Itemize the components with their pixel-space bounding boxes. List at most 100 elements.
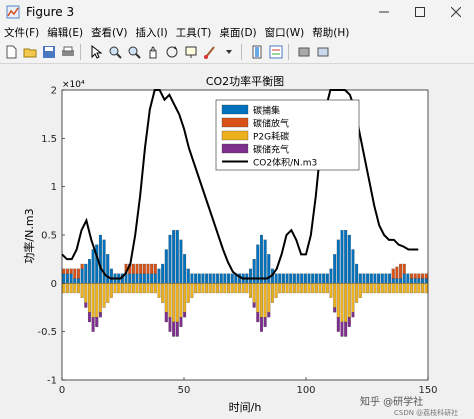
y-tick-label: 1.5 xyxy=(41,134,57,145)
bar-1 xyxy=(413,278,417,284)
menu-tools[interactable]: 工具(T) xyxy=(172,25,216,40)
bar-2 xyxy=(413,273,417,279)
y-tick-label: 1 xyxy=(51,182,57,193)
new-figure-button[interactable] xyxy=(2,44,19,61)
minimize-button[interactable] xyxy=(366,0,402,24)
bar-1 xyxy=(347,234,351,284)
bar-3 xyxy=(87,283,91,313)
bar-1 xyxy=(142,273,146,284)
bar-2 xyxy=(62,268,66,274)
bar-3 xyxy=(340,283,344,323)
bar-3 xyxy=(256,283,260,313)
bar-1 xyxy=(274,273,278,284)
legend-button[interactable] xyxy=(267,44,284,61)
zoom-out-button[interactable] xyxy=(125,44,142,61)
menu-window[interactable]: 窗口(W) xyxy=(261,25,309,40)
menu-file[interactable]: 文件(F) xyxy=(0,25,43,40)
bar-3 xyxy=(318,283,322,294)
open-file-button[interactable] xyxy=(21,44,38,61)
bar-1 xyxy=(377,273,381,284)
bar-4 xyxy=(164,312,168,323)
data-cursor-icon xyxy=(185,46,196,58)
bar-1 xyxy=(329,268,333,284)
watermark-zhihu: 知乎 @研学社 xyxy=(360,397,424,408)
bar-3 xyxy=(124,283,128,294)
maximize-button[interactable] xyxy=(402,0,438,24)
bar-3 xyxy=(388,283,392,294)
bar-3 xyxy=(241,283,245,294)
legend-entry-label: 碳储放气 xyxy=(253,118,289,130)
menu-edit[interactable]: 编辑(E) xyxy=(43,25,87,40)
bar-3 xyxy=(142,283,146,294)
bar-1 xyxy=(391,278,395,284)
x-tick-label: 50 xyxy=(178,385,191,396)
brush-dropdown[interactable] xyxy=(220,44,237,61)
bar-3 xyxy=(161,283,165,303)
menu-desktop[interactable]: 桌面(D) xyxy=(215,25,260,40)
save-button[interactable] xyxy=(40,44,57,61)
chevron-down-icon xyxy=(225,50,232,54)
data-cursor-button[interactable] xyxy=(182,44,199,61)
bar-1 xyxy=(366,273,370,284)
bar-1 xyxy=(402,273,406,284)
legend: 碳捕集碳储放气P2G耗碳碳储充气CO2体积/N.m3 xyxy=(215,99,360,171)
bar-1 xyxy=(399,278,403,284)
bar-1 xyxy=(186,268,190,284)
bar-2 xyxy=(146,263,150,274)
bar-3 xyxy=(424,283,428,294)
bar-1 xyxy=(296,273,300,284)
new-figure-icon xyxy=(6,45,16,59)
bar-3 xyxy=(391,283,395,294)
x-axis-label: 时间/h xyxy=(229,401,262,414)
bar-3 xyxy=(351,283,355,313)
menu-view[interactable]: 查看(V) xyxy=(87,25,131,40)
colorbar-button[interactable] xyxy=(248,44,265,61)
bar-1 xyxy=(219,273,223,284)
bar-3 xyxy=(358,283,362,298)
zoom-in-button[interactable] xyxy=(106,44,123,61)
bar-3 xyxy=(135,283,139,294)
bar-1 xyxy=(318,273,322,284)
bar-4 xyxy=(175,321,179,337)
bar-3 xyxy=(278,283,282,294)
bar-2 xyxy=(80,263,84,269)
hide-plot-tools-button[interactable] xyxy=(295,44,312,61)
bar-2 xyxy=(73,268,77,279)
rotate-button[interactable] xyxy=(163,44,180,61)
bar-1 xyxy=(230,273,234,284)
bar-1 xyxy=(278,273,282,284)
legend-icon xyxy=(269,45,282,59)
legend-swatch xyxy=(221,104,249,115)
bar-2 xyxy=(150,263,154,274)
bar-3 xyxy=(66,283,69,294)
bar-4 xyxy=(252,302,256,308)
bar-2 xyxy=(139,263,143,274)
pointer-button[interactable] xyxy=(87,44,104,61)
bar-1 xyxy=(62,273,66,284)
menu-help[interactable]: 帮助(H) xyxy=(308,25,353,40)
bar-1 xyxy=(172,230,176,284)
menu-insert[interactable]: 插入(I) xyxy=(131,25,171,40)
close-button[interactable] xyxy=(438,0,474,24)
bar-3 xyxy=(201,283,205,294)
bar-1 xyxy=(292,273,296,284)
bar-4 xyxy=(259,317,263,332)
save-icon xyxy=(42,46,55,58)
legend-swatch xyxy=(221,117,249,128)
bar-1 xyxy=(164,249,168,284)
bar-3 xyxy=(150,283,154,294)
hide-plot-tools-icon xyxy=(298,47,309,57)
bar-3 xyxy=(292,283,296,294)
brush-button[interactable] xyxy=(201,44,218,61)
bar-4 xyxy=(256,312,260,323)
bar-3 xyxy=(281,283,285,294)
print-button[interactable] xyxy=(59,44,76,61)
bar-3 xyxy=(175,283,179,323)
bar-4 xyxy=(351,312,355,318)
pan-button[interactable] xyxy=(144,44,161,61)
show-plot-tools-button[interactable] xyxy=(314,44,331,61)
figure-toolbar xyxy=(0,41,474,64)
bar-3 xyxy=(355,283,359,303)
bar-3 xyxy=(406,283,410,294)
bar-3 xyxy=(274,283,278,298)
